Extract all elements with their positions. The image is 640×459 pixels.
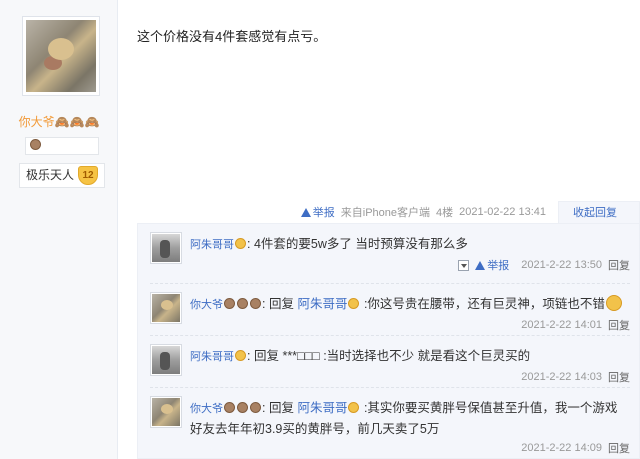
smile-emoji-icon [235, 238, 246, 249]
author-avatar[interactable] [22, 16, 100, 96]
list-item: 你大爷: 回复 阿朱哥哥 :你这号贵在腰带，还有巨灵神，项链也不错 2021-2… [150, 284, 630, 336]
monkey-emoji-icon [237, 402, 248, 413]
reply-target-user[interactable]: 阿朱哥哥 [297, 401, 347, 415]
collapse-replies-button[interactable]: 收起回复 [558, 201, 640, 223]
reply-meta: 2021-2-22 14:09 回复 [521, 440, 630, 456]
author-level-box [25, 137, 99, 155]
monkey-emoji-icon [224, 402, 235, 413]
author-sidebar: 你大爷🙈🙈🙈 极乐天人 12 [0, 0, 118, 459]
reply-username[interactable]: 阿朱哥哥 [190, 351, 234, 363]
dropdown-icon[interactable] [458, 259, 470, 271]
smile-emoji-icon [348, 402, 360, 413]
reply-content: :当时选择也不少 就是看这个巨灵买的 [323, 349, 531, 363]
report-label: 举报 [487, 260, 510, 272]
reply-username[interactable]: 你大爷 [190, 403, 223, 415]
monkey-emoji-icon [30, 139, 41, 150]
post-time: 2021-02-22 13:41 [459, 206, 546, 218]
list-item: 你大爷: 回复 阿朱哥哥 :其实你要买黄胖号保值甚至升值，我一个游戏好友去年年初… [150, 388, 630, 459]
reply-target-user[interactable]: ***□□□ [282, 349, 319, 363]
reply-button[interactable]: 回复 [608, 440, 630, 456]
reply-avatar[interactable] [150, 232, 182, 264]
author-username[interactable]: 你大爷🙈🙈🙈 [0, 113, 118, 130]
monkey-emoji-icon [224, 298, 235, 309]
reply-username[interactable]: 你大爷 [190, 299, 223, 311]
reply-text: 阿朱哥哥: 4件套的要5w多了 当时预算没有那么多 [190, 237, 468, 251]
smile-emoji-icon [348, 298, 360, 309]
author-tag-label: 极乐天人 [26, 168, 75, 182]
list-item: 阿朱哥哥: 回复 ***□□□ :当时选择也不少 就是看这个巨灵买的 2021-… [150, 336, 630, 388]
avatar-image [26, 20, 96, 92]
warning-icon [300, 207, 311, 217]
sub-replies-box: 阿朱哥哥: 4件套的要5w多了 当时预算没有那么多 举报 2021-2-22 1… [137, 223, 640, 459]
author-tag[interactable]: 极乐天人 12 [19, 163, 105, 188]
reply-target-user[interactable]: 阿朱哥哥 [297, 297, 347, 311]
reply-avatar[interactable] [150, 292, 182, 324]
report-link[interactable]: 举报 [475, 257, 509, 273]
reply-meta: 2021-2-22 14:01 回复 [521, 317, 630, 333]
reply-button[interactable]: 回复 [608, 369, 630, 385]
reply-time: 2021-2-22 13:50 [521, 259, 602, 271]
post-footer: 举报 来自iPhone客户端 4楼 2021-02-22 13:41 收起回复 [300, 201, 640, 223]
reply-word: 回复 [268, 297, 294, 311]
post-floor: 4楼 [436, 207, 454, 219]
reply-time: 2021-2-22 14:03 [521, 371, 602, 383]
reply-content: :你这号贵在腰带，还有巨灵神，项链也不错 [363, 297, 605, 311]
reply-meta: 举报 2021-2-22 13:50 回复 [458, 257, 630, 273]
reply-time: 2021-2-22 14:09 [521, 442, 602, 454]
level-badge: 12 [78, 166, 98, 185]
reply-meta: 2021-2-22 14:03 回复 [521, 369, 630, 385]
reply-content: 4件套的要5w多了 当时预算没有那么多 [253, 237, 468, 251]
reply-username[interactable]: 阿朱哥哥 [190, 239, 234, 251]
monkey-emoji-icon [250, 298, 261, 309]
report-link[interactable]: 举报 [300, 204, 335, 220]
list-item: 阿朱哥哥: 4件套的要5w多了 当时预算没有那么多 举报 2021-2-22 1… [150, 224, 630, 284]
wink-emoji-icon [605, 295, 622, 311]
reply-time: 2021-2-22 14:01 [521, 319, 602, 331]
reply-word: 回复 [268, 401, 294, 415]
reply-text: 阿朱哥哥: 回复 ***□□□ :当时选择也不少 就是看这个巨灵买的 [190, 349, 531, 363]
warning-icon [475, 260, 486, 270]
reply-word: 回复 [253, 349, 279, 363]
monkey-emoji-icon [237, 298, 248, 309]
reply-avatar[interactable] [150, 396, 182, 428]
post-content: 这个价格没有4件套感觉有点亏。 [137, 29, 327, 44]
reply-text: 你大爷: 回复 阿朱哥哥 :其实你要买黄胖号保值甚至升值，我一个游戏好友去年年初… [190, 401, 618, 436]
post-source: 来自iPhone客户端 [340, 207, 431, 219]
monkey-emoji-icon [250, 402, 261, 413]
report-label: 举报 [312, 207, 335, 219]
reply-button[interactable]: 回复 [608, 257, 630, 273]
smile-emoji-icon [235, 350, 246, 361]
reply-avatar[interactable] [150, 344, 182, 376]
reply-button[interactable]: 回复 [608, 317, 630, 333]
reply-text: 你大爷: 回复 阿朱哥哥 :你这号贵在腰带，还有巨灵神，项链也不错 [190, 294, 626, 315]
